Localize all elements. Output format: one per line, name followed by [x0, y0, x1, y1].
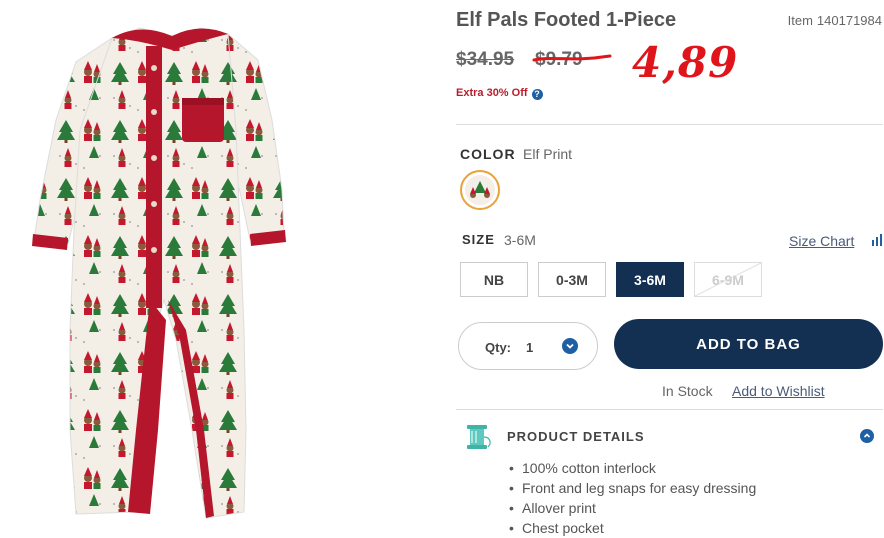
onesie-illustration [32, 27, 286, 519]
swatch-image [465, 175, 495, 205]
size-chart-link[interactable]: Size Chart [789, 233, 854, 249]
list-item: Allover print [509, 498, 756, 518]
size-value: 3-6M [504, 232, 536, 248]
divider [456, 124, 883, 125]
chevron-up-icon[interactable] [860, 429, 874, 443]
size-label: SIZE [462, 232, 495, 247]
handwritten-strike-mark [532, 54, 612, 62]
product-detail-panel: Elf Pals Footed 1-Piece Item 140171984 $3… [456, 0, 884, 538]
promo-label: Extra 30% Off [456, 87, 528, 99]
unavailable-slash-icon [695, 263, 761, 296]
original-price: $34.95 [456, 49, 515, 70]
list-item: Front and leg snaps for easy dressing [509, 478, 756, 498]
size-option-nb[interactable]: NB [460, 262, 528, 297]
spool-icon [467, 425, 491, 449]
add-to-wishlist-link[interactable]: Add to Wishlist [732, 383, 825, 399]
bar-chart-icon[interactable] [871, 234, 883, 246]
handwritten-price: 4,89 [632, 38, 739, 87]
product-details-list: 100% cotton interlock Front and leg snap… [509, 458, 756, 538]
info-icon[interactable]: ? [531, 89, 543, 100]
color-value: Elf Print [523, 146, 573, 162]
product-image [0, 0, 440, 529]
color-label: COLOR [460, 146, 516, 162]
qty-value: 1 [526, 340, 534, 355]
divider [456, 409, 883, 410]
size-option-6-9m: 6-9M [694, 262, 762, 297]
size-option-0-3m[interactable]: 0-3M [538, 262, 606, 297]
stock-status: In Stock [662, 383, 713, 399]
list-item: 100% cotton interlock [509, 458, 756, 478]
product-title: Elf Pals Footed 1-Piece [456, 9, 677, 31]
chevron-down-icon[interactable] [562, 338, 578, 354]
qty-label: Qty: [485, 340, 511, 355]
item-number: Item 140171984 [784, 13, 882, 28]
quantity-selector[interactable]: Qty: 1 [458, 322, 598, 370]
item-label: Item [787, 13, 813, 28]
product-details-heading: PRODUCT DETAILS [507, 429, 645, 444]
color-swatch-elf-print[interactable] [460, 170, 500, 210]
list-item: Chest pocket [509, 518, 756, 538]
item-number-value: 140171984 [816, 13, 882, 28]
size-option-3-6m[interactable]: 3-6M [616, 262, 684, 297]
promo-text: Extra 30% Off? [456, 87, 543, 100]
add-to-bag-button[interactable]: ADD TO BAG [614, 319, 883, 369]
